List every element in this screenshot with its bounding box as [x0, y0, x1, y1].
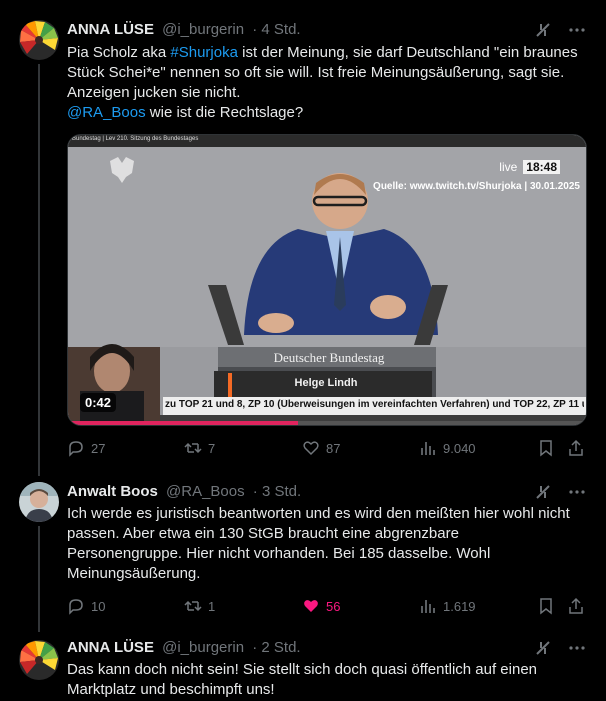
post-time[interactable]: · 4 Std.	[252, 21, 300, 38]
more-icon[interactable]	[568, 483, 586, 501]
avatar[interactable]	[19, 482, 59, 522]
post-header: ANNA LÜSE @i_burgerin · 4 Std.	[67, 20, 301, 40]
reply-button[interactable]: 10	[67, 596, 105, 616]
share-icon[interactable]	[567, 597, 585, 615]
heart-icon	[303, 441, 319, 456]
hashtag-link[interactable]: #Shurjoka	[170, 44, 238, 61]
video-topbar-title: Bundestag | Lev 210. Sitzung des Bundest…	[72, 136, 199, 142]
repost-icon	[184, 442, 202, 454]
avatar[interactable]	[19, 640, 59, 680]
views-button[interactable]: 1.619	[419, 596, 476, 616]
video-player[interactable]: Bundestag | Lev 210. Sitzung des Bundest…	[67, 134, 587, 426]
speaker-name: Helge Lindh	[294, 377, 358, 389]
bookmark-icon[interactable]	[537, 597, 555, 615]
like-button[interactable]: 87	[302, 438, 340, 458]
video-source: Quelle: www.twitch.tv/Shurjoka | 30.01.2…	[373, 181, 580, 192]
author-name[interactable]: ANNA LÜSE	[67, 639, 154, 656]
author-name[interactable]: ANNA LÜSE	[67, 21, 154, 38]
repost-button[interactable]: 1	[184, 596, 215, 616]
views-icon	[421, 600, 435, 613]
like-count: 56	[326, 598, 341, 614]
post-actions: 27 7 87 9.040	[67, 438, 587, 458]
more-icon[interactable]	[568, 21, 586, 39]
post-top-icons	[534, 20, 586, 40]
grok-icon[interactable]	[534, 21, 552, 39]
post-text: Das kann doch nicht sein! Sie stellt sic…	[67, 661, 538, 698]
reply-button[interactable]: 27	[67, 438, 105, 458]
post-actions: 10 1 56 1.619	[67, 596, 587, 616]
share-icon[interactable]	[567, 439, 585, 457]
live-badge: live 18:48	[499, 160, 560, 174]
post-text: Ich werde es juristisch beantworten und …	[67, 505, 570, 582]
podium-label: Deutscher Bundestag	[273, 350, 385, 365]
reply-icon	[69, 599, 83, 615]
video-ticker: zu TOP 21 und 8, ZP 10 (Überweisungen im…	[165, 399, 584, 410]
author-name[interactable]: Anwalt Boos	[67, 483, 158, 500]
video-duration: 0:42	[80, 393, 117, 412]
post-text: Pia Scholz aka #Shurjoka ist der Meinung…	[67, 44, 578, 121]
reply-icon	[69, 441, 83, 457]
grok-icon[interactable]	[534, 639, 552, 657]
post-time[interactable]: · 3 Std.	[253, 483, 301, 500]
views-icon	[421, 442, 435, 455]
reply-count: 27	[91, 440, 106, 456]
more-icon[interactable]	[568, 639, 586, 657]
post-header: Anwalt Boos @RA_Boos · 3 Std.	[67, 482, 301, 502]
repost-count: 7	[208, 440, 216, 456]
post-header: ANNA LÜSE @i_burgerin · 2 Std.	[67, 638, 301, 658]
author-handle[interactable]: @i_burgerin	[162, 21, 244, 38]
mention-link[interactable]: @RA_Boos	[67, 104, 146, 121]
post-top-icons	[534, 482, 586, 502]
post-3[interactable]: ANNA LÜSE @i_burgerin · 2 Std. Das kann …	[0, 630, 606, 701]
post-2[interactable]: Anwalt Boos @RA_Boos · 3 Std. Ich werde …	[0, 470, 606, 630]
grok-icon[interactable]	[534, 483, 552, 501]
post-top-icons	[534, 638, 586, 658]
author-handle[interactable]: @RA_Boos	[166, 483, 245, 500]
repost-count: 1	[208, 598, 216, 614]
like-count: 87	[326, 440, 341, 456]
avatar[interactable]	[19, 20, 59, 60]
views-button[interactable]: 9.040	[419, 438, 476, 458]
repost-button[interactable]: 7	[184, 438, 215, 458]
views-count: 9.040	[443, 440, 476, 456]
repost-icon	[184, 600, 202, 612]
post-1[interactable]: ANNA LÜSE @i_burgerin · 4 Std. Pia Schol…	[0, 0, 606, 470]
heart-filled-icon	[304, 600, 318, 612]
bookmark-icon[interactable]	[537, 439, 555, 457]
reply-count: 10	[91, 598, 106, 614]
author-handle[interactable]: @i_burgerin	[162, 639, 244, 656]
like-button[interactable]: 56	[302, 596, 340, 616]
views-count: 1.619	[443, 598, 476, 614]
post-time[interactable]: · 2 Std.	[252, 639, 300, 656]
